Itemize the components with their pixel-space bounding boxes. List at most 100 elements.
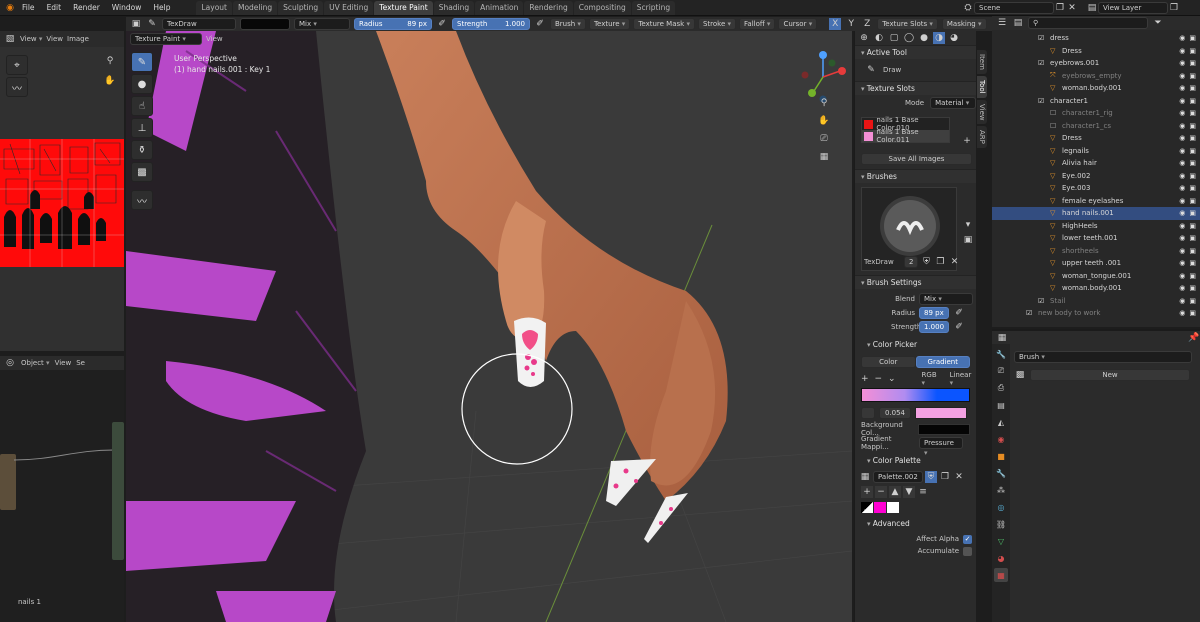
smear-tool-icon[interactable]: ☝	[131, 96, 153, 116]
visibility-toggles[interactable]: ◉ ▣	[1179, 172, 1196, 180]
eye-icon[interactable]: ◉	[1179, 184, 1185, 192]
strength-pressure-icon[interactable]: ✐	[953, 321, 965, 333]
palette-icon[interactable]: ▦	[859, 471, 871, 483]
radius-pressure-icon[interactable]: ✐	[436, 18, 448, 30]
texture-menu[interactable]: Texture	[588, 18, 631, 30]
tab-sculpting[interactable]: Sculpting	[278, 1, 324, 15]
menu-edit[interactable]: Edit	[41, 0, 68, 16]
eye-icon[interactable]: ◉	[1179, 309, 1185, 317]
camera-icon[interactable]: ▣	[1189, 209, 1196, 217]
texture-mask-menu[interactable]: Texture Mask	[633, 18, 695, 30]
outliner-item[interactable]: ▽ Dress ◉ ▣	[992, 132, 1200, 145]
camera-icon[interactable]: ▣	[1189, 59, 1196, 67]
scene-selector[interactable]: ⛭ Scene ❐ ✕	[962, 2, 1078, 14]
move-up-icon[interactable]: ▲	[889, 486, 901, 498]
color-palette-subpanel-header[interactable]: Color Palette	[855, 454, 976, 468]
brush-users-count[interactable]: 2	[904, 256, 919, 268]
color-ramp[interactable]	[861, 388, 970, 402]
background-color-swatch[interactable]	[918, 423, 970, 435]
pin-icon[interactable]: 📌	[1188, 332, 1200, 344]
camera-icon[interactable]: ▣	[1189, 84, 1196, 92]
camera-icon[interactable]: ▣	[1189, 134, 1196, 142]
outliner-type-icon[interactable]: ☰	[996, 17, 1008, 29]
camera-icon[interactable]: ▣	[1189, 72, 1196, 80]
annotate-tool-icon[interactable]: 〰	[6, 77, 28, 97]
overlay-toggle-icon[interactable]: ◐	[873, 32, 885, 44]
tab-tool[interactable]: Tool	[977, 75, 987, 98]
xray-icon[interactable]: ▢	[888, 32, 900, 44]
clone-tool-icon[interactable]: ⊥	[131, 118, 153, 138]
new-view-layer-icon[interactable]: ❐	[1168, 2, 1180, 14]
camera-icon[interactable]: ▣	[1189, 247, 1196, 255]
color-tab[interactable]: Color	[861, 356, 916, 368]
outliner-item[interactable]: ▽ Dress ◉ ▣	[992, 45, 1200, 58]
duplicate-icon[interactable]: ❐	[934, 256, 946, 268]
visibility-toggles[interactable]: ◉ ▣	[1179, 159, 1196, 167]
outliner-item[interactable]: ▽ legnails ◉ ▣	[992, 145, 1200, 158]
visibility-toggles[interactable]: ◉ ▣	[1179, 247, 1196, 255]
outliner-item[interactable]: ▽ woman.body.001 ◉ ▣	[992, 82, 1200, 95]
grid-icon[interactable]: ▦	[818, 151, 830, 163]
visibility-toggles[interactable]: ◉ ▣	[1179, 234, 1196, 242]
stop-position-field[interactable]: 0.054	[879, 407, 911, 419]
fake-user-icon[interactable]: ⛨	[920, 256, 932, 268]
world-tab-icon[interactable]: ◉	[994, 432, 1008, 446]
eye-icon[interactable]: ◉	[1179, 147, 1185, 155]
palette-swatch[interactable]	[887, 501, 899, 513]
node-editor-type-icon[interactable]: ◎	[4, 357, 16, 369]
radius-pressure-icon[interactable]: ✐	[953, 307, 965, 319]
visibility-toggles[interactable]: ◉ ▣	[1179, 209, 1196, 217]
tab-view[interactable]: View	[977, 99, 987, 125]
output-tab-icon[interactable]: ⎙	[994, 381, 1008, 395]
brush-list-dropdown-icon[interactable]: ▾	[962, 219, 974, 231]
outliner-item[interactable]: ▽ hand nails.001 ◉ ▣	[992, 207, 1200, 220]
camera-icon[interactable]: ▣	[1189, 147, 1196, 155]
move-down-icon[interactable]: ▼	[903, 486, 915, 498]
image-view-menu[interactable]: View	[46, 35, 63, 43]
texture-tab-icon[interactable]: ▦	[994, 568, 1008, 582]
eye-icon[interactable]: ◉	[1179, 209, 1185, 217]
image-menu[interactable]: Image	[67, 35, 89, 43]
outliner-item[interactable]: ▽ upper teeth .001 ◉ ▣	[992, 257, 1200, 270]
sort-icon[interactable]: ≡	[917, 486, 929, 498]
view-layer-field[interactable]: View Layer	[1098, 2, 1168, 14]
camera-icon[interactable]: ▣	[1189, 184, 1196, 192]
draw-tool-icon[interactable]: ✎	[865, 64, 877, 76]
visibility-toggles[interactable]: ◉ ▣	[1179, 147, 1196, 155]
outliner-item[interactable]: ▽ Eye.003 ◉ ▣	[992, 182, 1200, 195]
navigation-gizmo[interactable]	[801, 51, 847, 103]
gradient-tab[interactable]: Gradient	[915, 356, 970, 368]
duplicate-icon[interactable]: ❐	[939, 471, 951, 483]
active-tool-panel-header[interactable]: Active Tool	[855, 45, 976, 59]
outliner-item[interactable]: ▽ Alivia hair ◉ ▣	[992, 157, 1200, 170]
strength-slider[interactable]: Strength 1.000	[452, 18, 530, 30]
menu-file[interactable]: File	[16, 0, 41, 16]
tab-layout[interactable]: Layout	[196, 1, 232, 15]
camera-icon[interactable]: ▣	[1189, 309, 1196, 317]
modifier-tab-icon[interactable]: 🔧	[994, 466, 1008, 480]
blend-dropdown[interactable]: Mix	[919, 293, 973, 305]
camera-icon[interactable]: ▣	[1189, 234, 1196, 242]
zoom-icon[interactable]: ⚲	[818, 97, 830, 109]
camera-icon[interactable]: ▣	[1189, 109, 1196, 117]
brush-dropdown[interactable]: Brush	[1014, 351, 1192, 363]
eye-icon[interactable]: ◉	[1179, 197, 1185, 205]
eye-icon[interactable]: ◉	[1179, 59, 1185, 67]
brush-name-field[interactable]: TexDraw	[162, 18, 236, 30]
data-tab-icon[interactable]: ▽	[994, 534, 1008, 548]
outliner-item[interactable]: ☑ character1 ◉ ▣	[992, 95, 1200, 108]
gradient-menu-icon[interactable]: ⌄	[886, 373, 898, 385]
brush-menu[interactable]: Brush	[550, 18, 586, 30]
affect-alpha-checkbox[interactable]: ✓	[963, 534, 972, 544]
visibility-toggles[interactable]: ◉ ▣	[1179, 122, 1196, 130]
tab-scripting[interactable]: Scripting	[631, 1, 676, 15]
outliner-item[interactable]: ☑ Stail ◉ ▣	[992, 295, 1200, 308]
camera-icon[interactable]: ⎚	[818, 133, 830, 145]
interpolation-dropdown[interactable]: Linear	[950, 371, 976, 387]
add-color-icon[interactable]: +	[861, 486, 873, 498]
tab-modeling[interactable]: Modeling	[232, 1, 278, 15]
node-view-menu[interactable]: View	[55, 359, 72, 367]
display-mode-icon[interactable]: ▤	[1012, 17, 1024, 29]
palette-name-field[interactable]: Palette.002	[873, 471, 923, 483]
advanced-subpanel-header[interactable]: Advanced	[855, 517, 976, 531]
